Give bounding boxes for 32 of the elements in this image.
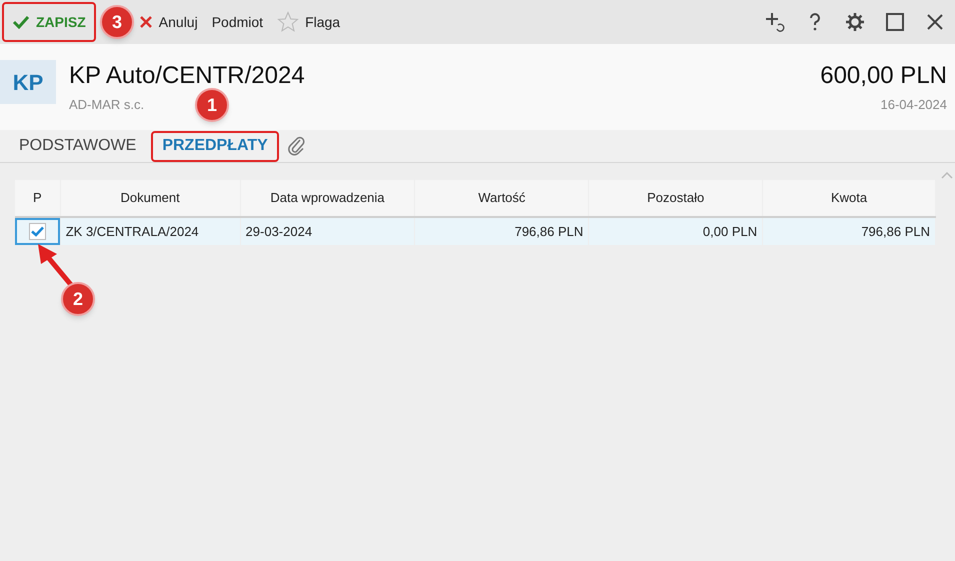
settings-icon[interactable] — [845, 12, 865, 32]
document-type-badge: KP — [0, 60, 56, 104]
check-icon — [30, 226, 44, 237]
table-cell: 796,86 PLN — [763, 218, 935, 245]
flag-button[interactable]: Flaga — [270, 2, 348, 42]
star-icon — [277, 11, 300, 33]
tab[interactable]: PODSTAWOWE — [8, 130, 148, 162]
document-date: 16-04-2024 — [880, 96, 947, 114]
step-marker: 2 — [61, 282, 95, 316]
maximize-icon[interactable] — [885, 12, 905, 32]
cancel-button[interactable]: Anuluj — [132, 2, 205, 42]
tab[interactable]: PRZEDPŁATY — [151, 130, 279, 162]
add-repeat-icon[interactable] — [765, 12, 785, 32]
table-cell: 29-03-2024 — [240, 218, 414, 245]
document-title: KP Auto/CENTR/2024 — [69, 62, 306, 90]
table-cell: 796,86 PLN — [415, 218, 588, 245]
column-header: Data wprowadzenia — [240, 180, 414, 216]
table-cell: 0,00 PLN — [589, 218, 762, 245]
column-header: Dokument — [60, 180, 240, 216]
contractor-name: AD-MAR s.c. — [69, 96, 144, 114]
column-header: Kwota — [763, 180, 935, 216]
checkbox[interactable] — [28, 223, 46, 240]
column-header: Wartość — [415, 180, 588, 216]
paperclip-icon[interactable] — [286, 135, 307, 157]
close-icon — [138, 15, 153, 29]
check-icon — [12, 15, 30, 29]
column-header: P — [15, 180, 60, 216]
document-amount: 600,00 PLN — [820, 62, 947, 90]
table-cell: ZK 3/CENTRALA/2024 — [60, 218, 240, 245]
subject-button[interactable]: Podmiot — [204, 2, 270, 42]
close-icon[interactable] — [925, 12, 945, 32]
column-header: Pozostało — [589, 180, 762, 216]
